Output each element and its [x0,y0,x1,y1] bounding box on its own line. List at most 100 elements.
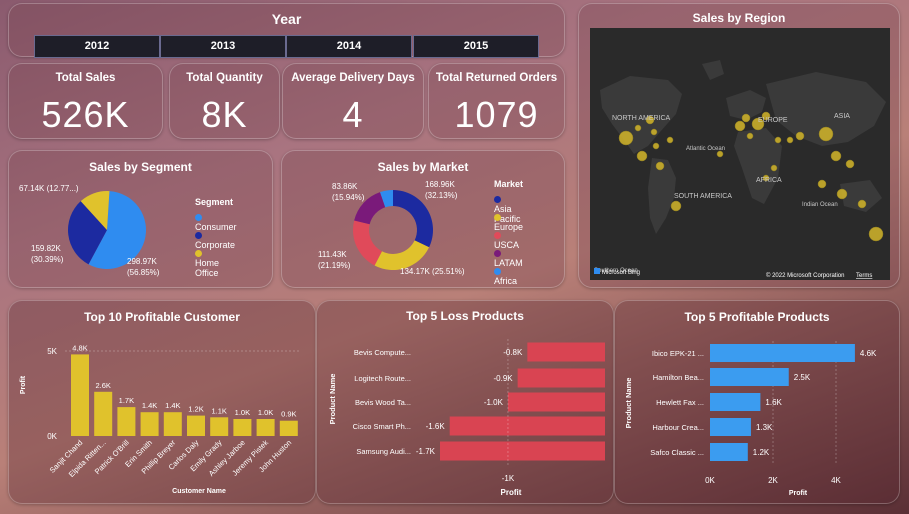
map-bubble [786,136,794,144]
legend-label: Home Office [195,258,220,278]
bar-bevis-wood-ta [507,392,605,412]
map-label-indian-ocean: Indian Ocean [802,202,838,208]
customer-bar-chart[interactable]: 0K5KProfit4.8KSanjit Chand2.6KElpida Rit… [9,301,315,503]
market-card: Sales by Market 168.96K (32.13%) 134.17K (… [281,150,565,288]
bar-patrick-o-brill [117,407,136,436]
data-label-usca: 111.43K [318,250,347,259]
kpi-label: Total Returned Orders [435,72,558,84]
legend-swatch [494,214,501,222]
map-bubble [868,226,884,242]
bar-cisco-smart-ph [449,416,605,436]
data-label: 1.0K [235,408,250,417]
y-tick-label: Logitech Route... [354,374,411,383]
map-bubble [636,150,648,162]
bar-phillip-breyer [163,412,182,436]
legend-item-corporate[interactable]: Corporate [195,230,235,250]
data-label: -1.7K [416,447,436,456]
map-attribution: © 2022 Microsoft Corporation [766,272,844,279]
data-label: 1.4K [165,401,180,410]
kpi-total-sales: Total Sales 526K [8,63,163,139]
map-bubble [655,161,665,171]
loss-card: Top 5 Loss Products Product Name -0.8K Bev… [316,300,614,504]
y-axis-label: Product Name [624,378,633,429]
data-label: 1.2K [188,405,203,414]
donut-slice-europe [374,240,430,270]
map-landmass [702,60,724,80]
data-label-asia-pacific: 168.96K [425,180,455,189]
map-card: Sales by Region NORTH AMERICA EUROPE ASIA A… [578,3,900,288]
bar-john-huston [279,420,298,436]
x-tick-label: 4K [831,476,841,485]
bar-carlos-daly [187,415,205,436]
data-label: 1.6K [765,398,782,407]
map-label-africa: AFRICA [756,177,782,184]
legend-item-africa[interactable]: Africa [494,266,517,286]
y-tick-label: Hewlett Fax ... [656,398,704,407]
bar-hamilton-bea [710,368,789,386]
map-label-asia: ASIA [834,113,850,120]
year-button-2015[interactable]: 2015 [413,35,539,58]
kpi-label: Total Quantity [186,72,263,84]
bing-logo-text: Microsoft Bing [602,270,640,276]
kpi-label: Total Sales [55,72,116,84]
segment-card: Sales by Segment 298.97K (56.85%) 159.82K(… [8,150,273,288]
bar-ibico-epk-21 [710,344,855,362]
world-map[interactable]: NORTH AMERICA EUROPE ASIA Atlantic Ocean AFR… [590,28,890,280]
data-label-europe: 134.17K (25.51%) [400,267,465,276]
data-label-pct-latam: (15.94%) [332,193,365,202]
legend-swatch [494,268,501,276]
data-label: -0.9K [494,374,514,383]
y-tick-label: Hamilton Bea... [653,373,704,382]
map-title: Sales by Region [692,11,786,25]
year-button-2014[interactable]: 2014 [286,35,412,58]
map-bubble [650,128,658,136]
data-label-pct-consumer: (56.85%) [127,268,160,277]
kpi-value: 4 [342,94,364,135]
bar-hewlett-fax [710,393,761,411]
data-label: 4.6K [860,349,877,358]
legend-swatch [494,250,501,258]
kpi-total-quantity: Total Quantity 8K [169,63,280,139]
legend-item-europe[interactable]: Europe [494,212,523,232]
data-label: -1.6K [426,422,446,431]
map-terms-link[interactable]: Terms [856,273,872,279]
map-bubble [618,130,634,146]
bing-logo-icon [594,268,600,274]
legend-item-usca[interactable]: USCA [494,230,519,250]
year-button-2012[interactable]: 2012 [34,35,160,58]
legend-swatch [195,250,202,258]
map-bubble [795,131,805,141]
market-legend-title: Market [494,179,524,189]
map-bubble [741,113,751,123]
data-label: 1.1K [211,406,226,415]
kpi-average-delivery-days: Average Delivery Days 4 [282,63,424,139]
data-label: 1.0K [258,408,273,417]
year-button-2013[interactable]: 2013 [160,35,286,58]
kpi-total-returned-orders: Total Returned Orders 1079 [428,63,565,139]
legend-item-home-office[interactable]: Home Office [195,248,219,278]
loss-bar-chart[interactable]: Product Name -0.8K Bevis Compute... -0.9K Lo… [317,301,613,503]
map-bubble [857,199,867,209]
kpi-value: 1079 [454,94,539,135]
map-label-atlantic-ocean: Atlantic Ocean [686,146,725,152]
y-tick-label: Harbour Crea... [652,423,704,432]
bar-erin-smith [140,412,159,436]
kpi-value: 526K [41,94,130,135]
profit-products-bar-chart[interactable]: Product Name 0K 2K 4K 4.6K Ibico EPK-21 ... 2.… [615,301,899,503]
bar-jeremy-pistek [256,419,275,436]
y-tick-label: Ibico EPK-21 ... [652,349,704,358]
map-label-europe: EUROPE [758,117,788,124]
bar-elpida-rittenbach [94,391,113,436]
legend-item-latam[interactable]: LATAM [494,248,523,268]
x-tick-label: 2K [768,476,778,485]
data-label-pct-corporate: (30.39%) [31,255,64,264]
legend-item-consumer[interactable]: Consumer [195,212,237,232]
bar-safco-classic [710,443,748,461]
map-bubble [666,136,674,144]
data-label-corporate: 159.82K [31,244,61,253]
map-bubble [670,200,682,212]
legend-swatch [195,232,202,240]
donut-slice-usca [353,220,382,266]
map-bubble [818,126,834,142]
customer-card: Top 10 Profitable Customer 0K 5K Profit 4.8… [8,300,316,504]
